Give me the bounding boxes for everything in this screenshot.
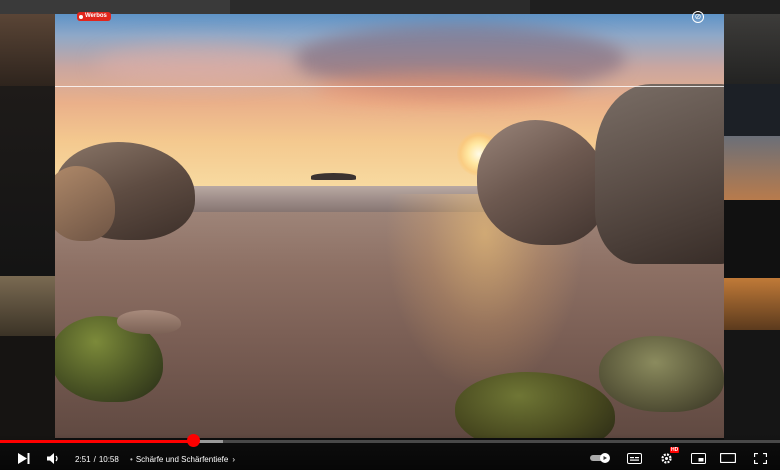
badge-dot-icon bbox=[79, 14, 83, 19]
mosaic-tile bbox=[0, 336, 55, 440]
volume-icon[interactable] bbox=[46, 451, 62, 465]
autoplay-toggle-icon[interactable] bbox=[590, 451, 612, 465]
chapter-label: Schärfe und Schärfentiefe bbox=[135, 454, 229, 464]
hd-badge: HD bbox=[670, 447, 680, 453]
miniplayer-icon[interactable] bbox=[690, 451, 706, 465]
mosaic-tile bbox=[724, 136, 780, 200]
hide-icon[interactable]: ⊘ bbox=[692, 11, 704, 23]
fullscreen-icon[interactable] bbox=[752, 451, 768, 465]
mosaic-tile bbox=[724, 330, 780, 440]
cliff-right bbox=[595, 84, 724, 264]
horizontal-guide-line bbox=[55, 86, 724, 87]
time-separator: / bbox=[93, 454, 96, 464]
time-display: 2:51 / 10:58 bbox=[75, 451, 119, 467]
mosaic-tile bbox=[724, 200, 780, 278]
chapter-arrow-icon: › bbox=[232, 454, 235, 464]
mosaic-tile bbox=[724, 84, 780, 136]
distant-islet bbox=[311, 173, 356, 180]
cloud bbox=[315, 74, 575, 104]
live-badge: Werbos bbox=[77, 12, 111, 21]
mosaic-tile bbox=[0, 14, 55, 86]
mosaic-tile bbox=[0, 276, 55, 336]
subtitles-icon[interactable] bbox=[626, 451, 642, 465]
progress-bar[interactable] bbox=[0, 440, 780, 443]
pebble bbox=[117, 310, 181, 334]
mosaic-tile bbox=[0, 86, 55, 276]
theater-icon[interactable] bbox=[720, 451, 736, 465]
mosaic-tile bbox=[724, 14, 780, 84]
next-icon[interactable] bbox=[16, 451, 32, 465]
duration: 10:58 bbox=[98, 454, 119, 464]
cloud bbox=[95, 44, 295, 84]
mosaic-tile bbox=[0, 0, 230, 14]
progress-played bbox=[0, 440, 194, 443]
mosaic-tile bbox=[230, 0, 530, 14]
chapter-title[interactable]: • Schärfe und Schärfentiefe › bbox=[130, 451, 235, 467]
mosaic-tile bbox=[724, 278, 780, 330]
badge-label: Werbos bbox=[85, 13, 107, 19]
mosaic-tile bbox=[530, 0, 780, 14]
video-frame[interactable] bbox=[55, 14, 724, 438]
gear-icon[interactable] bbox=[658, 451, 674, 465]
current-time: 2:51 bbox=[75, 454, 91, 464]
